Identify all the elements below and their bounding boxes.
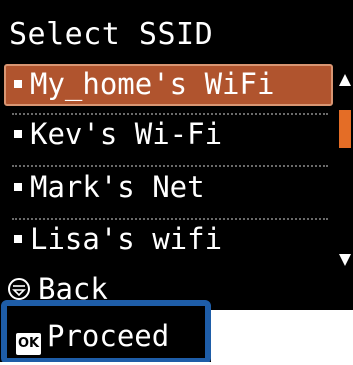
ssid-label: My_home's WiFi	[30, 67, 275, 101]
ssid-label: Mark's Net	[30, 170, 205, 204]
scrollbar[interactable]	[336, 64, 353, 274]
scroll-thumb[interactable]	[339, 110, 351, 148]
screen-title: Select SSID	[9, 17, 214, 52]
scroll-up-arrow-icon[interactable]	[339, 74, 351, 86]
page-background	[211, 310, 353, 365]
lcd-screen: Select SSID My_home's WiFi Kev's Wi-Fi M…	[0, 0, 353, 365]
ssid-list-item[interactable]: Kev's Wi-Fi	[4, 114, 333, 156]
bullet-icon	[14, 183, 22, 191]
ssid-list-item[interactable]: Lisa's wifi	[4, 219, 333, 261]
ssid-list: My_home's WiFi Kev's Wi-Fi Mark's Net Li…	[0, 64, 336, 274]
ssid-list-item[interactable]: Mark's Net	[4, 167, 333, 209]
ssid-label: Kev's Wi-Fi	[30, 117, 223, 151]
ok-key-icon: OK	[16, 333, 41, 355]
proceed-button[interactable]: OK Proceed	[1, 300, 211, 364]
bullet-icon	[14, 235, 22, 243]
proceed-label: Proceed	[47, 319, 170, 353]
ssid-list-item-selected[interactable]: My_home's WiFi	[4, 64, 333, 106]
back-button-circle-icon	[8, 278, 30, 300]
bullet-icon	[14, 80, 22, 88]
scroll-down-arrow-icon[interactable]	[339, 254, 351, 266]
bullet-icon	[14, 130, 22, 138]
ssid-label: Lisa's wifi	[30, 222, 223, 256]
